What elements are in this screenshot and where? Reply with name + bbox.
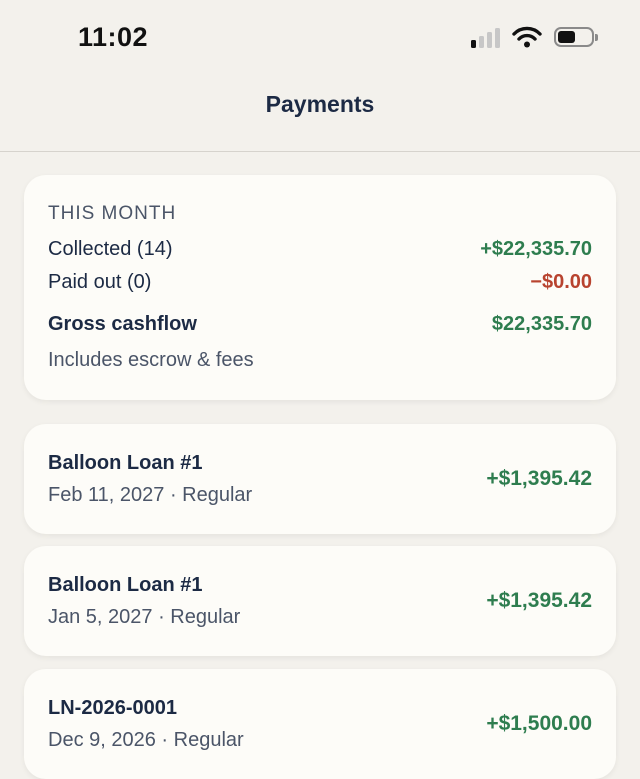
gross-cashflow-label: Gross cashflow: [48, 313, 197, 335]
gross-cashflow-amount: $22,335.70: [491, 313, 592, 335]
collected-label: Collected (14): [48, 238, 173, 260]
payment-amount: +$1,500.00: [486, 712, 592, 735]
cellular-signal-icon: [471, 26, 500, 48]
summary-note: Includes escrow & fees: [48, 349, 254, 371]
payment-date-type: Feb 11, 2027 · Regular: [48, 484, 253, 506]
status-icons: [471, 26, 598, 48]
gross-cashflow-row: Gross cashflow $22,335.70: [48, 313, 592, 336]
paid-out-label: Paid out (0): [48, 271, 152, 293]
nav-bar: Payments: [0, 76, 640, 152]
collected-row: Collected (14) +$22,335.70: [48, 238, 592, 261]
battery-icon: [554, 27, 598, 47]
payment-date-type: Jan 5, 2027 · Regular: [48, 606, 241, 628]
status-time: 11:02: [78, 22, 149, 52]
payment-name: LN-2026-0001: [48, 697, 177, 719]
payment-amount: +$1,395.42: [486, 467, 592, 490]
status-bar: 11:02: [0, 0, 640, 76]
page-title: Payments: [265, 91, 375, 117]
payment-card[interactable]: Balloon Loan #1 Feb 11, 2027 · Regular +…: [24, 424, 616, 534]
payment-name: Balloon Loan #1: [48, 574, 203, 596]
paid-out-row: Paid out (0) −$0.00: [48, 271, 592, 294]
battery-fill: [558, 31, 575, 43]
monthly-summary-card: THIS MONTH Collected (14) +$22,335.70 Pa…: [24, 175, 616, 400]
payment-card[interactable]: Balloon Loan #1 Jan 5, 2027 · Regular +$…: [24, 546, 616, 656]
paid-out-amount: −$0.00: [530, 271, 592, 293]
wifi-icon: [512, 26, 542, 48]
payment-date-type: Dec 9, 2026 · Regular: [48, 729, 244, 751]
summary-heading: THIS MONTH: [48, 203, 177, 224]
payment-name: Balloon Loan #1: [48, 452, 203, 474]
payment-amount: +$1,395.42: [486, 589, 592, 612]
collected-amount: +$22,335.70: [480, 238, 592, 260]
payment-card[interactable]: LN-2026-0001 Dec 9, 2026 · Regular +$1,5…: [24, 669, 616, 779]
